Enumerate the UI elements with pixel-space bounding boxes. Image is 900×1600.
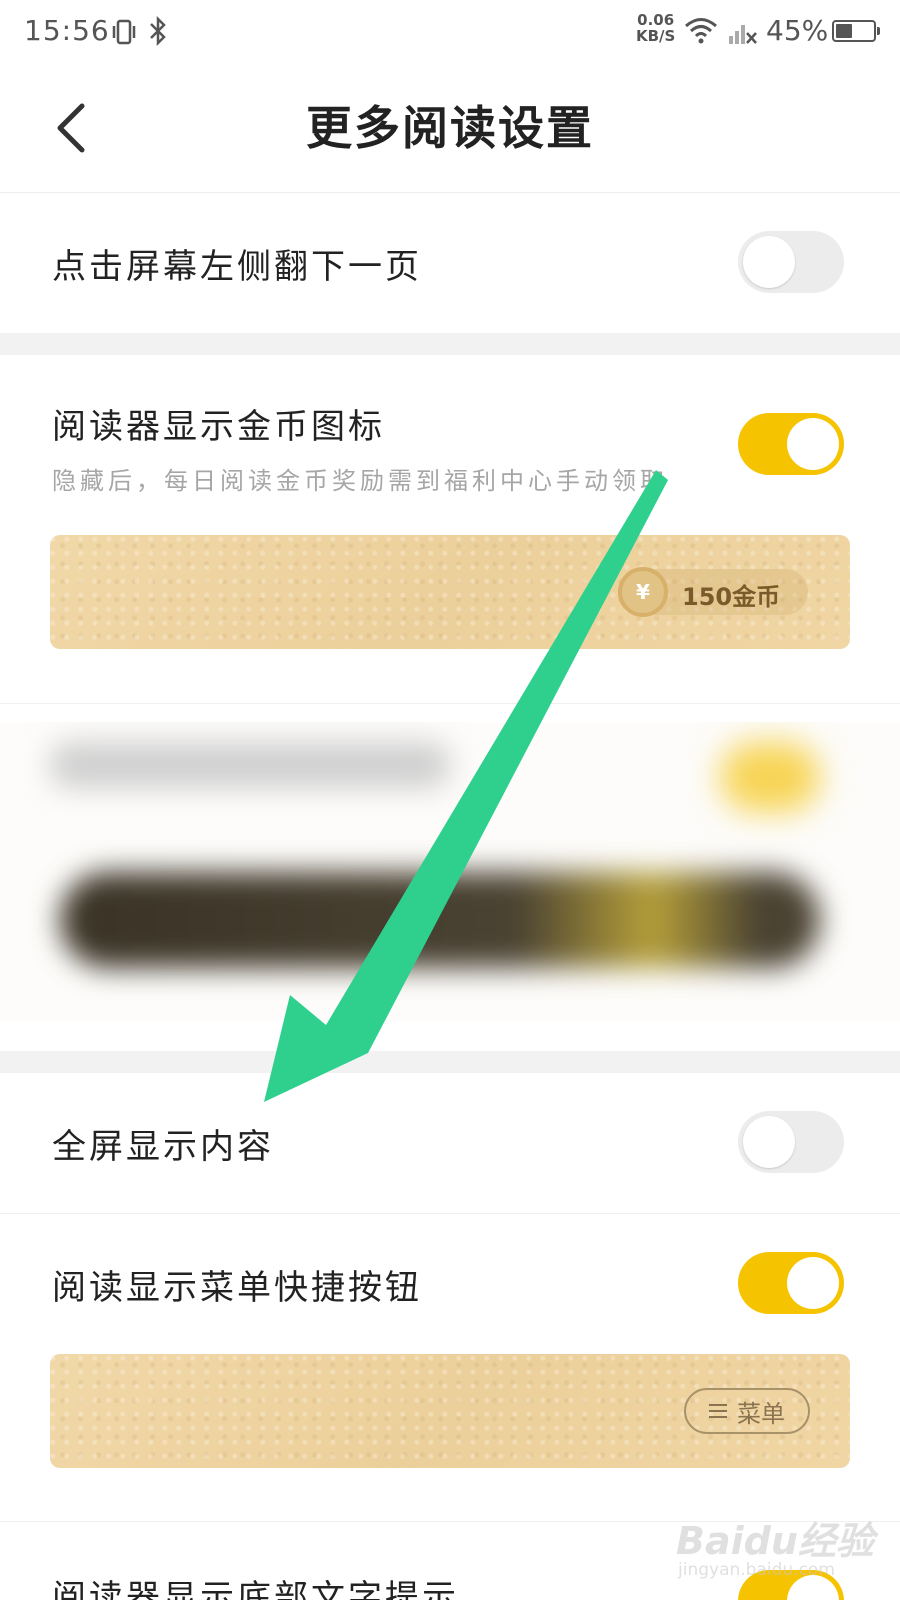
menu-icon (709, 1404, 727, 1418)
setting-row-left-tap-next-page[interactable]: 点击屏幕左侧翻下一页 (0, 193, 900, 333)
toggle-switch[interactable] (738, 1252, 844, 1314)
setting-label: 全屏显示内容 (52, 1127, 274, 1167)
menu-preview-banner: 菜单 (50, 1354, 850, 1468)
divider (0, 703, 900, 704)
setting-label: 阅读器显示金币图标 (52, 407, 385, 447)
battery-fill (836, 24, 852, 38)
toggle-knob (743, 236, 795, 288)
page-title: 更多阅读设置 (306, 101, 594, 155)
setting-row-fullscreen-content[interactable]: 全屏显示内容 (0, 1073, 900, 1213)
setting-label: 点击屏幕左侧翻下一页 (52, 247, 422, 287)
wifi-icon (685, 18, 717, 44)
section-gap (0, 333, 900, 355)
status-time: 15:56 (24, 14, 110, 47)
watermark-url: jingyan.baidu.com (678, 1560, 835, 1580)
page-header: 更多阅读设置 (0, 66, 900, 193)
toggle-switch[interactable] (738, 413, 844, 475)
blurred-setting-row (0, 722, 900, 1022)
net-speed: 0.06 KB/S (636, 11, 676, 45)
baidu-watermark: Baidu经验 jingyan.baidu.com (676, 1484, 876, 1594)
status-bar: 15:56 0.06 KB/S 45% (0, 0, 900, 66)
blurred-preview (60, 872, 820, 968)
blurred-label (50, 742, 450, 788)
menu-badge-text: 菜单 (737, 1399, 785, 1428)
battery-icon (832, 20, 880, 42)
toggle-knob (743, 1116, 795, 1168)
toggle-switch[interactable] (738, 231, 844, 293)
toggle-knob (787, 418, 839, 470)
menu-badge: 菜单 (684, 1388, 810, 1434)
section-gap (0, 1051, 900, 1073)
setting-label: 阅读显示菜单快捷按钮 (52, 1268, 422, 1308)
watermark-brand: Baidu经验 (676, 1519, 874, 1563)
coin-badge-text: 150金币 (682, 583, 781, 611)
coin-preview-banner: ¥ 150金币 (50, 535, 850, 649)
bluetooth-icon (150, 16, 166, 46)
setting-label: 阅读器显示底部文字提示 (52, 1578, 459, 1600)
toggle-knob (787, 1257, 839, 1309)
blurred-toggle (720, 742, 820, 812)
setting-row-menu-shortcut[interactable]: 阅读显示菜单快捷按钮 菜单 (0, 1214, 900, 1520)
battery-percent: 45% (766, 14, 829, 47)
vibrate-icon (112, 19, 136, 45)
signal-off-icon (729, 25, 757, 44)
setting-subtitle: 隐藏后，每日阅读金币奖励需到福利中心手动领取 (52, 467, 668, 495)
coin-icon: ¥ (618, 567, 668, 617)
toggle-switch[interactable] (738, 1111, 844, 1173)
setting-row-show-coin-icon[interactable]: 阅读器显示金币图标 隐藏后，每日阅读金币奖励需到福利中心手动领取 ¥ 150金币 (0, 355, 900, 703)
coin-badge: ¥ 150金币 (618, 567, 808, 617)
